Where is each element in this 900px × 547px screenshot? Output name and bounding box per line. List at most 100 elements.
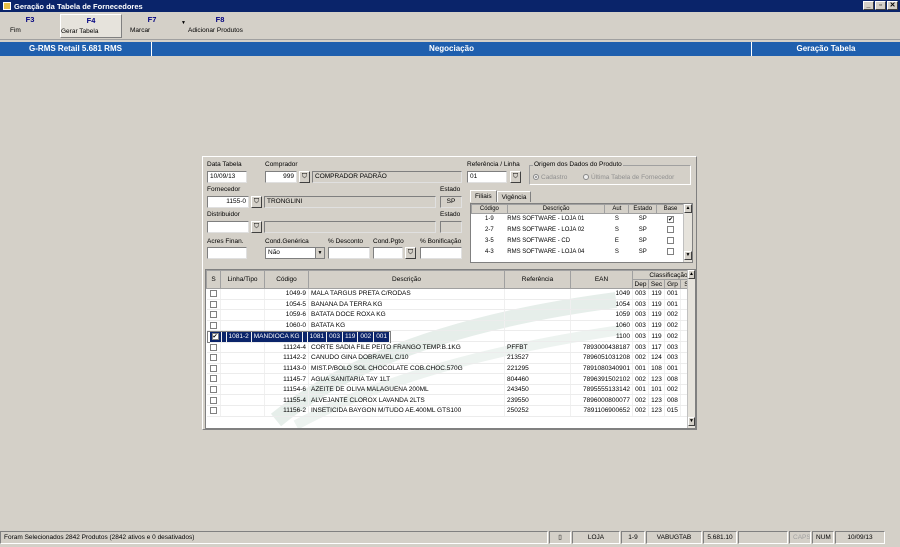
row-checkbox[interactable] xyxy=(209,396,217,404)
cell-codigo: 1059-6 xyxy=(264,309,309,321)
row-checkbox[interactable] xyxy=(209,300,217,308)
cell-sec: 123 xyxy=(648,405,665,417)
cond-pgto-field[interactable] xyxy=(373,247,403,259)
window-controls: _ ▫ ✕ xyxy=(863,1,898,10)
filial-base[interactable] xyxy=(657,236,685,247)
table-row[interactable]: 11156-2 INSETICIDA BAYGON M/TUDO AE.400ML… xyxy=(206,405,695,417)
grid-scrollbar[interactable]: ▲ ▼ xyxy=(687,270,695,428)
grid-scroll-track[interactable] xyxy=(688,279,695,417)
grid-col-descricao: Descrição xyxy=(308,270,505,289)
cond-pgto-search-icon[interactable]: ⛉ xyxy=(405,247,416,259)
row-checkbox[interactable] xyxy=(209,321,217,329)
grid-scroll-up-icon[interactable]: ▲ xyxy=(688,270,695,279)
cond-generica-select[interactable]: Não ▼ xyxy=(265,247,325,259)
grid-col-s: S xyxy=(206,270,221,289)
row-checkbox[interactable] xyxy=(209,375,217,383)
cell-grp: 008 xyxy=(664,394,681,407)
table-row[interactable]: 11154-6 AZEITE DE OLIVA MALAGUENA 200ML 24… xyxy=(206,384,695,396)
fim-button[interactable]: F3 Fim xyxy=(10,14,50,38)
desconto-field[interactable] xyxy=(328,247,370,259)
scroll-up-icon[interactable]: ▲ xyxy=(684,204,692,213)
cell-linha xyxy=(220,363,265,375)
marcar-dropdown-icon[interactable]: ▼ xyxy=(181,20,186,26)
row-select-cell[interactable] xyxy=(206,309,221,321)
cell-dep: 003 xyxy=(632,320,649,332)
table-row[interactable]: 11155-4 ALVEJANTE CLOROX LAVANDA 2LTS 2395… xyxy=(206,394,695,407)
table-row[interactable]: 1054-5BANANA DA TERRA KG1054003119001001 xyxy=(206,299,695,311)
row-select-cell[interactable] xyxy=(206,405,221,417)
filial-base[interactable] xyxy=(657,225,685,236)
bonificacao-field[interactable] xyxy=(420,247,462,259)
row-checkbox[interactable] xyxy=(209,343,217,351)
filial-descricao: RMS SOFTWARE - CD xyxy=(507,238,571,244)
base-checkbox[interactable] xyxy=(667,226,675,234)
filial-row[interactable]: 2-7 RMS SOFTWARE - LOJA 02 S SP xyxy=(472,225,685,236)
base-checkbox[interactable] xyxy=(667,248,675,256)
scroll-down-icon[interactable]: ▼ xyxy=(684,251,692,260)
fornecedor-search-icon[interactable]: ⛉ xyxy=(251,196,262,208)
acres-finan-field[interactable] xyxy=(207,247,247,259)
table-row[interactable]: 11124-4 CORTE SADIA FILE PEITO FRANGO TEM… xyxy=(206,341,695,354)
filiais-scrollbar[interactable]: ▲ ▼ xyxy=(683,204,692,262)
chevron-down-icon[interactable]: ▼ xyxy=(315,248,324,258)
base-checkbox[interactable]: ✔ xyxy=(667,215,675,223)
row-checkbox[interactable] xyxy=(209,364,217,372)
row-checkbox[interactable] xyxy=(209,290,217,298)
row-select-cell[interactable] xyxy=(206,384,221,396)
fornecedor-code-field[interactable]: 1155-0 xyxy=(207,196,249,208)
filial-row[interactable]: 3-5 RMS SOFTWARE - CD E SP xyxy=(472,236,685,247)
base-checkbox[interactable] xyxy=(667,237,675,245)
row-select-cell[interactable] xyxy=(206,320,221,332)
origem-ultima-tabela-radio[interactable]: Última Tabela de Fornecedor xyxy=(583,174,674,181)
table-row[interactable]: 11143-0 MIST.P/BOLO SOL CHOCOLATE COB.CHO… xyxy=(206,363,695,375)
table-row[interactable]: 1060-0BATATA KG1060003119002001 xyxy=(206,320,695,332)
table-row[interactable]: 11142-2 CANUDO GINA DOBRAVEL C/10 213527 78… xyxy=(206,352,695,364)
row-checkbox[interactable] xyxy=(209,354,217,362)
row-select-cell[interactable] xyxy=(206,363,221,375)
tab-vigencia[interactable]: Vigência xyxy=(496,191,532,202)
cell-ean: 1059 xyxy=(570,309,633,321)
table-row[interactable]: ✔ 1081-2 MANDIOCA KG 1081 003 119 002 001 xyxy=(206,331,392,344)
row-checkbox[interactable]: ✔ xyxy=(211,333,219,341)
minimize-button[interactable]: _ xyxy=(863,1,874,10)
marcar-button[interactable]: F7 Marcar xyxy=(130,14,174,38)
filiais-col-estado: Estado xyxy=(628,204,658,214)
table-row[interactable]: 1059-6BATATA DOCE ROXA KG105900311900200… xyxy=(206,309,695,321)
referencia-field[interactable]: 01 xyxy=(467,171,507,183)
row-select-cell[interactable] xyxy=(206,352,221,364)
adicionar-produtos-button[interactable]: F8 Adicionar Produtos xyxy=(188,14,252,38)
comprador-search-icon[interactable]: ⛉ xyxy=(299,171,310,183)
row-select-cell[interactable] xyxy=(206,288,221,300)
filial-row[interactable]: 4-3 RMS SOFTWARE - LOJA 04 S SP xyxy=(472,247,685,258)
row-select-cell[interactable] xyxy=(206,394,221,407)
cell-codigo: 11155-4 xyxy=(264,394,309,407)
origem-cadastro-radio[interactable]: Cadastro xyxy=(533,174,567,181)
row-select-cell[interactable]: ✔ xyxy=(209,332,222,344)
cell-grp: 002 xyxy=(357,332,375,344)
distribuidor-search-icon[interactable]: ⛉ xyxy=(251,221,262,233)
data-tabela-field[interactable]: 10/09/13 xyxy=(207,171,247,183)
row-select-cell[interactable] xyxy=(206,341,221,354)
tab-filiais[interactable]: Filiais xyxy=(470,190,497,202)
row-select-cell[interactable] xyxy=(206,373,221,385)
cell-ean: 7891080340901 xyxy=(570,363,633,375)
filial-base[interactable]: ✔ xyxy=(657,214,685,225)
table-row[interactable]: 11145-7 AGUA SANITARIA TAY 1LT 804460 78963… xyxy=(206,373,695,385)
scroll-track[interactable] xyxy=(684,213,692,251)
gerar-tabela-button[interactable]: F4 Gerar Tabela xyxy=(60,14,122,38)
row-select-cell[interactable] xyxy=(206,299,221,311)
close-button[interactable]: ✕ xyxy=(887,1,898,10)
cell-referencia xyxy=(504,320,571,332)
filial-row[interactable]: 1-9 RMS SOFTWARE - LOJA 01 S SP ✔ xyxy=(472,214,685,225)
filial-base[interactable] xyxy=(657,247,685,258)
distribuidor-code-field[interactable] xyxy=(207,221,249,233)
tab-bar: Filiais Vigência xyxy=(470,190,532,202)
comprador-code-field[interactable]: 999 xyxy=(265,171,297,183)
referencia-search-icon[interactable]: ⛉ xyxy=(510,171,521,183)
row-checkbox[interactable] xyxy=(209,311,217,319)
row-checkbox[interactable] xyxy=(209,386,217,394)
table-row[interactable]: 1049-9 MALA TARGUS PRETA C/RODAS 1049 003 11… xyxy=(206,288,695,300)
grid-scroll-down-icon[interactable]: ▼ xyxy=(688,417,695,426)
row-checkbox[interactable] xyxy=(209,407,217,415)
maximize-button[interactable]: ▫ xyxy=(875,1,886,10)
